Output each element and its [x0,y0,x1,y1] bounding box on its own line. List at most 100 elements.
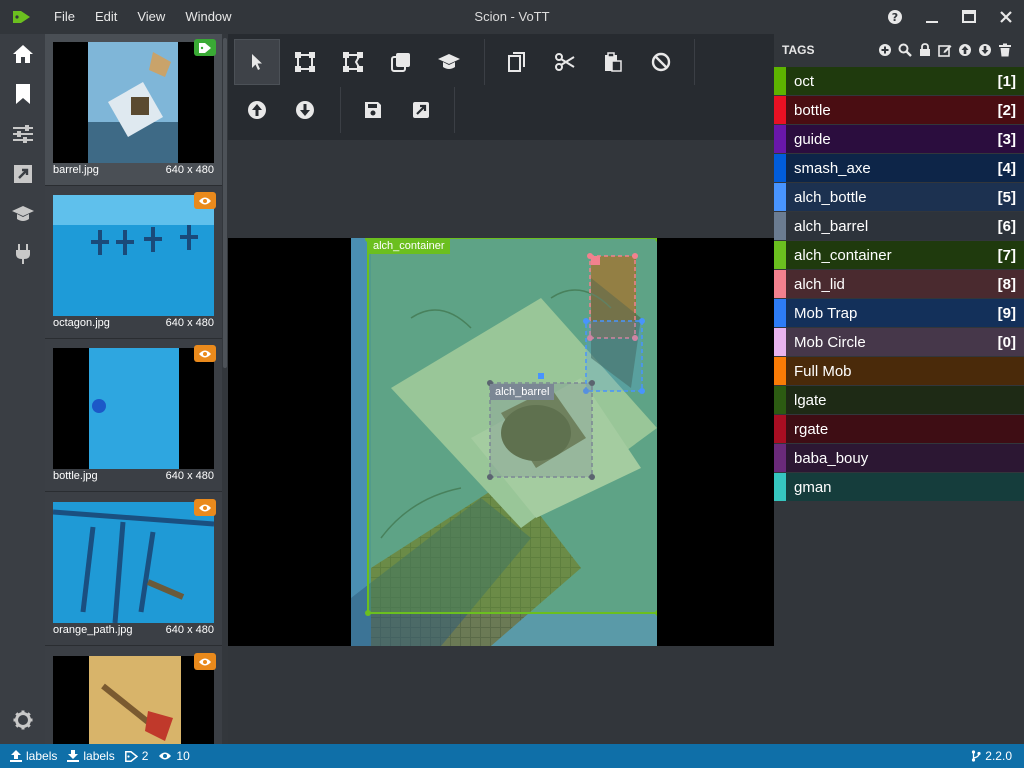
tag-item[interactable]: Mob Circle [0] [774,328,1024,356]
asset-item[interactable]: octagon.jpg 640 x 480 [45,187,222,339]
draw-rectangle-button[interactable] [282,39,328,85]
source-connection[interactable]: labels [10,749,57,763]
tagged-badge [194,39,216,56]
search-icon[interactable] [898,43,912,57]
toolbar-separator [340,87,341,133]
nav-connections[interactable] [0,234,45,274]
tag-item[interactable]: baba_bouy [774,444,1024,472]
tag-color-swatch[interactable] [774,444,786,472]
tag-item[interactable]: Mob Trap [9] [774,299,1024,327]
tag-color-swatch[interactable] [774,386,786,414]
active-learning-button[interactable] [426,39,472,85]
tag-color-swatch[interactable] [774,299,786,327]
tags-toolbar [878,43,1012,57]
bookmark-icon [15,84,30,104]
toolbar-separator [454,87,455,133]
tag-item[interactable]: Full Mob [774,357,1024,385]
nav-home[interactable] [0,34,45,74]
nav-app-settings[interactable] [0,700,45,740]
tag-name: Full Mob [794,362,852,380]
target-connection[interactable]: labels [67,749,115,763]
nav-editor[interactable] [0,74,45,114]
tag-item[interactable]: oct [1] [774,67,1024,95]
asset-thumbnail [53,195,214,316]
tag-name: guide [794,130,831,148]
tag-item[interactable]: alch_container [7] [774,241,1024,269]
toolbar-separator [694,39,695,85]
help-button[interactable]: ? [876,0,913,34]
close-button[interactable] [987,0,1024,34]
tag-color-swatch[interactable] [774,154,786,182]
edit-icon[interactable] [938,43,952,57]
maximize-button[interactable] [950,0,987,34]
tag-color-swatch[interactable] [774,212,786,240]
asset-item[interactable]: barrel.jpg 640 x 480 [45,34,222,186]
asset-thumbnail [53,348,214,469]
scrollbar-thumb[interactable] [223,38,227,368]
copy-rectangle-button[interactable] [378,39,424,85]
asset-item[interactable] [45,648,222,744]
menu-view[interactable]: View [127,0,175,34]
nav-active-learning[interactable] [0,194,45,234]
tag-item[interactable]: alch_barrel [6] [774,212,1024,240]
asset-thumbnail [53,42,214,163]
tag-color-swatch[interactable] [774,473,786,501]
tag-name: gman [794,478,832,496]
asset-item[interactable]: bottle.jpg 640 x 480 [45,340,222,492]
lock-icon[interactable] [918,43,932,57]
asset-name: octagon.jpg [53,317,110,329]
editor-canvas[interactable]: alch_container alch_barrel [228,140,774,744]
draw-polygon-button[interactable] [330,39,376,85]
menu-window[interactable]: Window [175,0,241,34]
tag-name: oct [794,72,815,90]
tag-item[interactable]: guide [3] [774,125,1024,153]
nav-export[interactable] [0,154,45,194]
clear-regions-button[interactable] [638,39,684,85]
tag-color-swatch[interactable] [774,241,786,269]
tag-color-swatch[interactable] [774,96,786,124]
tag-item[interactable]: alch_lid [8] [774,270,1024,298]
tag-item[interactable]: alch_bottle [5] [774,183,1024,211]
tag-color-swatch[interactable] [774,415,786,443]
export-button[interactable] [398,87,444,133]
title-bar: File Edit View Window Scion - VoTT ? [0,0,1024,34]
tag-color-swatch[interactable] [774,183,786,211]
eye-icon [159,752,172,760]
tag-color-swatch[interactable] [774,270,786,298]
copy-rectangle-icon [391,53,410,72]
asset-image[interactable]: alch_container alch_barrel [351,238,657,646]
cut-regions-button[interactable] [542,39,588,85]
tag-color-swatch[interactable] [774,328,786,356]
tag-color-swatch[interactable] [774,67,786,95]
tag-item[interactable]: rgate [774,415,1024,443]
tag-hotkey: [3] [997,130,1016,148]
minimize-button[interactable] [913,0,950,34]
tag-color-swatch[interactable] [774,357,786,385]
region-alch-bottle[interactable] [585,320,643,392]
help-icon: ? [887,10,902,24]
save-button[interactable] [350,87,396,133]
next-asset-button[interactable] [282,87,328,133]
tag-color-swatch[interactable] [774,125,786,153]
tag-item[interactable]: gman [774,473,1024,501]
move-up-icon[interactable] [958,43,972,57]
left-navigation [0,34,45,744]
menu-edit[interactable]: Edit [85,0,127,34]
delete-icon[interactable] [998,43,1012,57]
paste-regions-button[interactable] [590,39,636,85]
copy-regions-button[interactable] [494,39,540,85]
tag-item[interactable]: bottle [2] [774,96,1024,124]
tag-item[interactable]: lgate [774,386,1024,414]
nav-settings[interactable] [0,114,45,154]
menu-file[interactable]: File [44,0,85,34]
asset-size: 640 x 480 [165,164,214,176]
minimize-icon [925,21,938,23]
asset-item[interactable]: orange_path.jpg 640 x 480 [45,494,222,646]
previous-asset-button[interactable] [234,87,280,133]
move-down-icon[interactable] [978,43,992,57]
asset-thumbnail [53,656,214,744]
tag-hotkey: [4] [997,159,1016,177]
tag-item[interactable]: smash_axe [4] [774,154,1024,182]
select-tool-button[interactable] [234,39,280,85]
add-tag-icon[interactable] [878,43,892,57]
